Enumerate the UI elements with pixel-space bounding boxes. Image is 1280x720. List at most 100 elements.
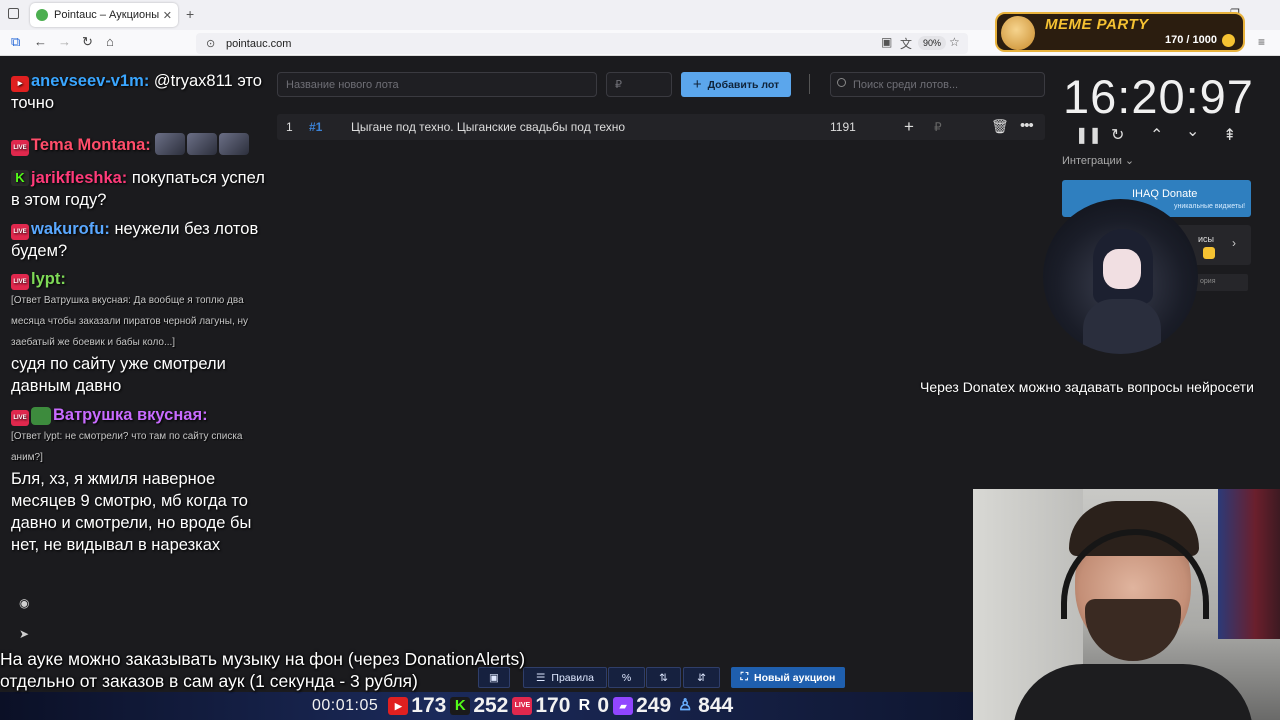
meme-party-title: MEME PARTY (1045, 16, 1149, 33)
live-icon: LIVE (512, 697, 533, 715)
live-badge-icon: LIVE (11, 140, 29, 156)
lot-name[interactable]: Цыгане под техно. Цыганские свадьбы под … (351, 120, 625, 134)
add-amount-icon[interactable]: + (904, 117, 914, 137)
avatar-body (1083, 299, 1161, 354)
percent-label: % (621, 671, 632, 684)
reset-icon[interactable]: ↻ (1111, 125, 1124, 145)
youtube-icon: ▶ (388, 697, 409, 715)
new-auction-label: Новый аукцион (753, 671, 836, 684)
viewers-count: 844 (698, 694, 734, 717)
forward-icon[interactable]: → (58, 34, 71, 49)
address-bar[interactable]: ⊙ pointauc.com (196, 33, 968, 54)
back-icon[interactable]: ← (34, 34, 47, 49)
reader-view-icon[interactable]: ▣ (881, 35, 892, 49)
pause-icon[interactable]: ❚❚ (1075, 125, 1102, 145)
lot-name-input[interactable]: Название нового лота (277, 72, 597, 97)
subtitle-line-2: отдельно от заказов в сам аук (1 секунда… (0, 671, 418, 691)
site-favicon-icon (36, 9, 48, 21)
telegram-icon[interactable]: ➤ (19, 627, 29, 641)
sort-icon: ⇵ (697, 671, 706, 684)
align-button[interactable]: ⇅ (646, 667, 681, 688)
live-badge-icon: LIVE (11, 410, 29, 426)
lot-id: #1 (309, 120, 323, 134)
home-icon[interactable]: ⌂ (106, 34, 114, 49)
auction-timer: 16:20:97 (1063, 70, 1254, 123)
translate-icon[interactable]: 文 (900, 35, 912, 52)
chat-text: судя по сайту уже смотрели давным давно (11, 355, 226, 395)
decrease-icon[interactable]: ⌄ (1186, 121, 1199, 141)
percent-button[interactable]: % (608, 667, 645, 688)
search-placeholder: Поиск среди лотов... (853, 78, 959, 91)
chat-nick: anevseev-v1m: (31, 72, 150, 90)
collapse-icon[interactable]: ⇞ (1223, 125, 1236, 145)
sidebar-toggle-icon[interactable]: ⧉ (11, 34, 20, 50)
add-lot-label: Добавить лот (707, 78, 780, 91)
emote-icon (31, 407, 51, 425)
history-label: ория (1200, 278, 1216, 285)
lot-index: 1 (286, 120, 293, 134)
ihaq-title: IHAQ Donate (1132, 188, 1198, 200)
live-badge-icon: LIVE (11, 274, 29, 290)
live-count: 170 (535, 694, 571, 717)
grid-icon: ⛶ (740, 671, 748, 683)
increase-icon[interactable]: ⌃ (1150, 125, 1163, 145)
chat-message: ▶ anevseev-v1m: @tryax811 это точно (11, 70, 266, 114)
viewers-icon: ♙ (677, 697, 693, 714)
tab-list-icon[interactable] (8, 8, 19, 19)
new-auction-button[interactable]: ⛶ Новый аукцион (731, 667, 845, 688)
lot-search-input[interactable]: Поиск среди лотов... (830, 72, 1045, 97)
chat-message: LIVE wakurofu: неужели без лотов будем? (11, 218, 266, 262)
stream-stats: 00:01:05 ▶ 173 K 252 LIVE 170 R 0 ▰ 249 … (312, 694, 733, 718)
github-icon[interactable]: ◉ (19, 596, 29, 610)
new-tab-button[interactable]: + (186, 6, 194, 22)
add-lot-button[interactable]: + Добавить лот (681, 72, 791, 97)
chat-text: Бля, хз, я жмиля наверное месяцев 9 смот… (11, 470, 252, 554)
integrations-label: Интеграции (1062, 155, 1122, 167)
reload-icon[interactable]: ↻ (82, 34, 93, 50)
twitch-icon: ▰ (613, 697, 634, 715)
youtube-badge-icon: ▶ (11, 76, 29, 92)
chat-message: LIVE Tema Montana: (11, 133, 266, 156)
lot-amount[interactable]: 1191 (830, 120, 856, 134)
menu-icon[interactable]: ≡ (1258, 35, 1265, 49)
chevron-right-icon: › (1232, 236, 1236, 250)
chat-nick: lypt: (31, 270, 66, 288)
emote-icon (187, 133, 218, 155)
coin-icon (1222, 34, 1235, 47)
twitch-count: 249 (636, 694, 672, 717)
avatar-face (1103, 249, 1141, 289)
chat-nick: jarikfleshka: (31, 169, 128, 187)
r-count: 0 (597, 694, 610, 717)
lot-name-placeholder: Название нового лота (286, 78, 399, 91)
service-logo-icon (1203, 247, 1215, 259)
chat-nick: Tema Montana: (31, 136, 151, 154)
youtube-count: 173 (411, 694, 447, 717)
ihaq-subtitle: уникальные виджеты! (1174, 203, 1246, 210)
subtitle-line-1: На ауке можно заказывать музыку на фон (… (0, 649, 526, 669)
delete-icon[interactable]: 🗑 (991, 118, 1009, 135)
emote-icon (155, 133, 186, 155)
plus-icon: + (692, 76, 702, 93)
stream-uptime: 00:01:05 (312, 697, 379, 714)
live-badge-icon: LIVE (11, 224, 29, 240)
close-tab-icon[interactable]: ✕ (163, 9, 172, 22)
chat-reply: [Ответ lypt: не смотрели? что там по сай… (11, 431, 243, 463)
more-icon[interactable]: ••• (1020, 117, 1034, 134)
vtuber-avatar (1043, 199, 1198, 354)
services-label: исы (1198, 234, 1214, 244)
chat-nick: Ватрушка вкусная: (53, 406, 208, 424)
lot-amount-input[interactable]: ₽ (606, 72, 672, 97)
browser-tab-pointauc[interactable]: Pointauc – Аукционы, лотереи ✕ (30, 3, 178, 27)
chat-reply: [Ответ Ватрушка вкусная: Да вообще я топ… (11, 295, 249, 348)
chat-nick: wakurofu: (31, 220, 110, 238)
screen: Pointauc – Аукционы, лотереи ✕ + ⌄ — ❐ ⧉… (0, 0, 1280, 720)
integrations-dropdown[interactable]: Интеграции ⌄ (1062, 154, 1134, 167)
lot-row[interactable]: 1 #1 Цыгане под техно. Цыганские свадьбы… (277, 114, 1045, 140)
chevron-down-icon: ⌄ (1124, 155, 1135, 167)
kick-badge-icon: K (11, 170, 29, 186)
site-info-icon[interactable]: ⊙ (206, 37, 215, 50)
bookmark-star-icon[interactable]: ☆ (949, 35, 960, 49)
chat-message: LIVE lypt: (11, 268, 266, 290)
sort-button[interactable]: ⇵ (683, 667, 720, 688)
zoom-level[interactable]: 90% (918, 36, 947, 50)
